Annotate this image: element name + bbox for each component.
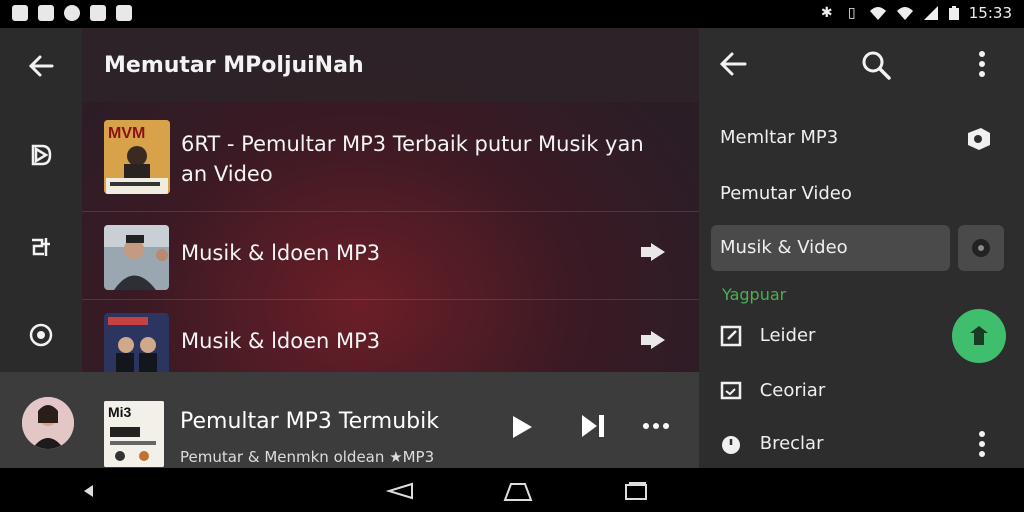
play-icon[interactable] <box>510 414 534 440</box>
now-playing-art: Mi3 <box>104 401 164 467</box>
status-time: 15:33 <box>968 4 1012 22</box>
nav-recents-icon[interactable] <box>624 481 648 501</box>
wifi-icon <box>869 7 886 20</box>
drawer-item-label: Pemutar Video <box>720 183 852 204</box>
edit-icon <box>720 325 742 347</box>
search-icon[interactable] <box>861 50 891 80</box>
avatar[interactable] <box>22 397 74 449</box>
gear-icon <box>972 239 990 257</box>
notification-icons <box>12 5 132 21</box>
album-art-image <box>104 225 169 290</box>
main-content: Memutar MPoljuiNah MVM 6RT - Pemultar MP… <box>82 28 699 378</box>
drawer-section-label: Yagpuar <box>722 285 787 304</box>
nav-back-small-icon[interactable] <box>82 484 94 498</box>
drawer-subitem-label: Breclar <box>759 433 824 454</box>
swap-icon <box>970 326 988 345</box>
library-icon <box>32 238 50 256</box>
album-art-image: Mi3 <box>104 401 164 467</box>
share-icon[interactable] <box>639 329 667 351</box>
drawer-item-video[interactable]: Pemutar Video <box>720 183 852 204</box>
list-item[interactable]: MVM 6RT - Pemultar MP3 Terbaik putur Mus… <box>82 102 699 212</box>
main-header: Memutar MPoljuiNah <box>82 28 699 102</box>
bluetooth-icon: ✱ <box>820 5 833 21</box>
app-notification-icon <box>116 5 132 21</box>
action-fab[interactable] <box>952 309 1006 363</box>
back-arrow-icon[interactable] <box>719 50 747 78</box>
home-icon <box>31 144 52 166</box>
track-thumbnail: MVM <box>104 120 170 194</box>
app-notification-icon <box>64 5 80 21</box>
nav-back-icon[interactable] <box>386 482 414 500</box>
signal-icon <box>923 6 938 20</box>
status-bar: ✱ ▯ 15:33 <box>0 0 1024 28</box>
drawer-subitem-label: Ceoriar <box>759 380 826 401</box>
now-playing-subtitle: Pemutar & Menmkn oldean ★MP3 <box>180 448 435 466</box>
avatar-image <box>22 397 74 449</box>
rail-item-radio[interactable] <box>21 315 61 355</box>
track-title: 6RT - Pemultar MP3 Terbaik putur Musik y… <box>181 132 644 156</box>
drawer-subitem-ceoriar[interactable]: Ceoriar <box>720 380 825 402</box>
track-title-line2: an Video <box>181 162 273 186</box>
list-item[interactable]: Musik & ldoen MP3 <box>82 299 699 378</box>
app-notification-icon <box>38 5 54 21</box>
back-button[interactable] <box>21 46 61 86</box>
drawer-subitem-leider[interactable]: Leider <box>720 325 815 347</box>
vibrate-icon: ▯ <box>847 5 856 21</box>
side-drawer: Memltar MP3 Pemutar Video Musik & Video … <box>699 28 1024 468</box>
drawer-item-label: Memltar MP3 <box>720 127 839 148</box>
page-title: Memutar MPoljuiNah <box>104 53 364 78</box>
system-nav-bar <box>0 468 1024 512</box>
more-horiz-icon[interactable] <box>642 422 670 430</box>
navigation-rail <box>0 28 82 372</box>
timer-icon <box>722 436 740 454</box>
back-arrow-icon <box>28 55 54 77</box>
drawer-subitem-breclar[interactable]: Breclar <box>720 433 824 455</box>
more-vert-icon[interactable] <box>978 430 986 458</box>
cast-icon[interactable] <box>965 125 993 153</box>
track-title: Musik & ldoen MP3 <box>181 329 381 353</box>
track-thumbnail <box>104 225 169 290</box>
skip-next-icon[interactable] <box>579 412 607 440</box>
system-status-icons: ✱ ▯ 15:33 <box>819 4 1012 22</box>
svg-text:MVM: MVM <box>108 125 145 142</box>
list-item[interactable]: Musik & ldoen MP3 <box>82 211 699 300</box>
now-playing-title: Pemultar MP3 Termubik <box>180 409 439 434</box>
rail-item-home[interactable] <box>21 135 61 175</box>
battery-icon <box>948 6 959 20</box>
drawer-subitem-label: Leider <box>759 325 816 346</box>
app-notification-icon <box>90 5 106 21</box>
drawer-item-label: Musik & Video <box>720 237 848 258</box>
track-thumbnail <box>104 313 169 378</box>
drawer-item-mp3[interactable]: Memltar MP3 <box>720 127 838 148</box>
mini-player[interactable]: Mi3 Pemultar MP3 Termubik Pemutar & Menm… <box>0 372 699 468</box>
nav-home-icon[interactable] <box>503 480 533 502</box>
drawer-item-music-video[interactable]: Musik & Video <box>711 225 950 271</box>
record-icon <box>29 323 53 347</box>
app-notification-icon <box>12 5 28 21</box>
rail-item-library[interactable] <box>21 227 61 267</box>
more-vert-icon[interactable] <box>978 50 986 78</box>
wifi-icon <box>896 7 913 20</box>
drawer-item-settings-button[interactable] <box>958 225 1004 271</box>
track-title: Musik & ldoen MP3 <box>181 241 381 265</box>
cast-screen-icon <box>720 381 742 400</box>
share-icon[interactable] <box>639 241 667 263</box>
album-art-image <box>104 313 169 378</box>
album-art-image: MVM <box>104 120 170 194</box>
svg-text:Mi3: Mi3 <box>108 404 132 420</box>
